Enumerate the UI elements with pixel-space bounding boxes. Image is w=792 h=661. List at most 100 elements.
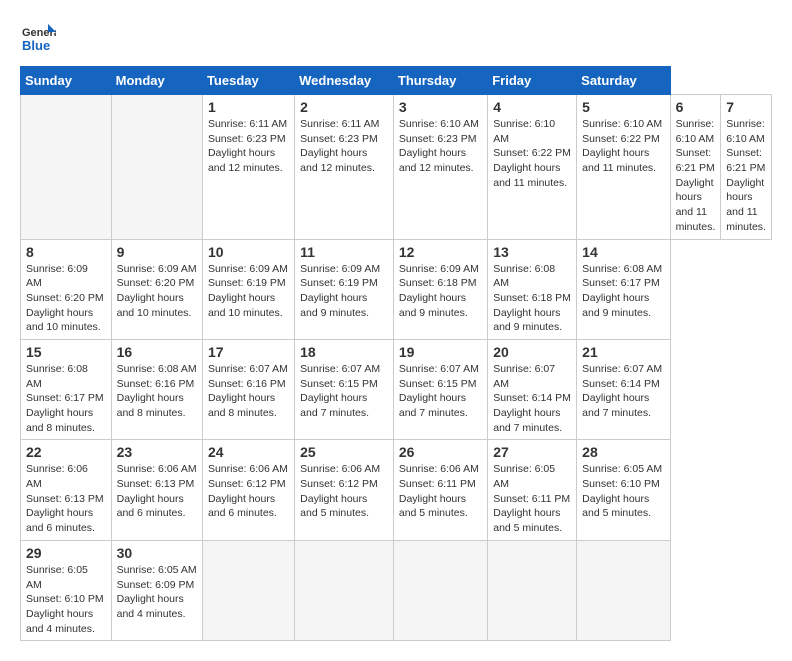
- calendar-cell: 13 Sunrise: 6:08 AM Sunset: 6:18 PM Dayl…: [488, 239, 577, 339]
- day-info: Sunrise: 6:07 AM Sunset: 6:15 PM Dayligh…: [300, 362, 388, 421]
- day-info: Sunrise: 6:10 AM Sunset: 6:22 PM Dayligh…: [582, 117, 664, 176]
- day-info: Sunrise: 6:11 AM Sunset: 6:23 PM Dayligh…: [208, 117, 289, 176]
- day-number: 21: [582, 344, 664, 360]
- day-number: 11: [300, 244, 388, 260]
- day-info: Sunrise: 6:06 AM Sunset: 6:12 PM Dayligh…: [300, 462, 388, 521]
- calendar-cell: 3 Sunrise: 6:10 AM Sunset: 6:23 PM Dayli…: [393, 95, 487, 240]
- day-number: 8: [26, 244, 106, 260]
- day-info: Sunrise: 6:05 AM Sunset: 6:10 PM Dayligh…: [582, 462, 664, 521]
- day-number: 9: [117, 244, 197, 260]
- calendar-cell: 26 Sunrise: 6:06 AM Sunset: 6:11 PM Dayl…: [393, 440, 487, 540]
- calendar-cell: 2 Sunrise: 6:11 AM Sunset: 6:23 PM Dayli…: [295, 95, 394, 240]
- calendar-cell: [488, 540, 577, 640]
- calendar-cell: 12 Sunrise: 6:09 AM Sunset: 6:18 PM Dayl…: [393, 239, 487, 339]
- calendar-table: SundayMondayTuesdayWednesdayThursdayFrid…: [20, 66, 772, 641]
- day-info: Sunrise: 6:07 AM Sunset: 6:15 PM Dayligh…: [399, 362, 482, 421]
- day-number: 23: [117, 444, 197, 460]
- day-number: 4: [493, 99, 571, 115]
- day-info: Sunrise: 6:07 AM Sunset: 6:16 PM Dayligh…: [208, 362, 289, 421]
- calendar-cell: 11 Sunrise: 6:09 AM Sunset: 6:19 PM Dayl…: [295, 239, 394, 339]
- logo: General Blue: [20, 20, 56, 56]
- day-number: 24: [208, 444, 289, 460]
- calendar-cell: 19 Sunrise: 6:07 AM Sunset: 6:15 PM Dayl…: [393, 339, 487, 439]
- day-info: Sunrise: 6:05 AM Sunset: 6:09 PM Dayligh…: [117, 563, 197, 622]
- weekday-header-monday: Monday: [111, 67, 202, 95]
- day-number: 3: [399, 99, 482, 115]
- day-number: 18: [300, 344, 388, 360]
- day-info: Sunrise: 6:09 AM Sunset: 6:20 PM Dayligh…: [26, 262, 106, 335]
- day-number: 1: [208, 99, 289, 115]
- calendar-cell: 15 Sunrise: 6:08 AM Sunset: 6:17 PM Dayl…: [21, 339, 112, 439]
- weekday-header-tuesday: Tuesday: [202, 67, 294, 95]
- day-info: Sunrise: 6:05 AM Sunset: 6:10 PM Dayligh…: [26, 563, 106, 636]
- day-number: 7: [726, 99, 766, 115]
- day-number: 13: [493, 244, 571, 260]
- calendar-cell: 14 Sunrise: 6:08 AM Sunset: 6:17 PM Dayl…: [577, 239, 670, 339]
- day-info: Sunrise: 6:08 AM Sunset: 6:16 PM Dayligh…: [117, 362, 197, 421]
- calendar-cell: 4 Sunrise: 6:10 AM Sunset: 6:22 PM Dayli…: [488, 95, 577, 240]
- day-info: Sunrise: 6:08 AM Sunset: 6:18 PM Dayligh…: [493, 262, 571, 335]
- day-info: Sunrise: 6:10 AM Sunset: 6:23 PM Dayligh…: [399, 117, 482, 176]
- svg-text:Blue: Blue: [22, 38, 50, 53]
- calendar-cell: 10 Sunrise: 6:09 AM Sunset: 6:19 PM Dayl…: [202, 239, 294, 339]
- weekday-header-sunday: Sunday: [21, 67, 112, 95]
- day-info: Sunrise: 6:10 AM Sunset: 6:21 PM Dayligh…: [726, 117, 766, 235]
- calendar-cell: [111, 95, 202, 240]
- calendar-cell: 7 Sunrise: 6:10 AM Sunset: 6:21 PM Dayli…: [721, 95, 772, 240]
- calendar-cell: 25 Sunrise: 6:06 AM Sunset: 6:12 PM Dayl…: [295, 440, 394, 540]
- day-info: Sunrise: 6:07 AM Sunset: 6:14 PM Dayligh…: [582, 362, 664, 421]
- day-number: 26: [399, 444, 482, 460]
- calendar-cell: 28 Sunrise: 6:05 AM Sunset: 6:10 PM Dayl…: [577, 440, 670, 540]
- weekday-header-wednesday: Wednesday: [295, 67, 394, 95]
- day-info: Sunrise: 6:11 AM Sunset: 6:23 PM Dayligh…: [300, 117, 388, 176]
- calendar-cell: 9 Sunrise: 6:09 AM Sunset: 6:20 PM Dayli…: [111, 239, 202, 339]
- day-info: Sunrise: 6:09 AM Sunset: 6:18 PM Dayligh…: [399, 262, 482, 321]
- calendar-cell: 30 Sunrise: 6:05 AM Sunset: 6:09 PM Dayl…: [111, 540, 202, 640]
- day-number: 14: [582, 244, 664, 260]
- day-number: 22: [26, 444, 106, 460]
- day-number: 2: [300, 99, 388, 115]
- day-info: Sunrise: 6:06 AM Sunset: 6:12 PM Dayligh…: [208, 462, 289, 521]
- day-number: 20: [493, 344, 571, 360]
- calendar-cell: 8 Sunrise: 6:09 AM Sunset: 6:20 PM Dayli…: [21, 239, 112, 339]
- weekday-header-saturday: Saturday: [577, 67, 670, 95]
- calendar-cell: 18 Sunrise: 6:07 AM Sunset: 6:15 PM Dayl…: [295, 339, 394, 439]
- day-number: 30: [117, 545, 197, 561]
- calendar-cell: 29 Sunrise: 6:05 AM Sunset: 6:10 PM Dayl…: [21, 540, 112, 640]
- calendar-cell: 23 Sunrise: 6:06 AM Sunset: 6:13 PM Dayl…: [111, 440, 202, 540]
- day-number: 6: [676, 99, 716, 115]
- day-info: Sunrise: 6:08 AM Sunset: 6:17 PM Dayligh…: [582, 262, 664, 321]
- calendar-cell: 17 Sunrise: 6:07 AM Sunset: 6:16 PM Dayl…: [202, 339, 294, 439]
- day-info: Sunrise: 6:08 AM Sunset: 6:17 PM Dayligh…: [26, 362, 106, 435]
- calendar-cell: [295, 540, 394, 640]
- calendar-cell: 1 Sunrise: 6:11 AM Sunset: 6:23 PM Dayli…: [202, 95, 294, 240]
- day-number: 12: [399, 244, 482, 260]
- day-number: 25: [300, 444, 388, 460]
- weekday-header-friday: Friday: [488, 67, 577, 95]
- day-info: Sunrise: 6:06 AM Sunset: 6:11 PM Dayligh…: [399, 462, 482, 521]
- weekday-header-thursday: Thursday: [393, 67, 487, 95]
- calendar-cell: [202, 540, 294, 640]
- day-number: 29: [26, 545, 106, 561]
- day-number: 19: [399, 344, 482, 360]
- calendar-cell: 6 Sunrise: 6:10 AM Sunset: 6:21 PM Dayli…: [670, 95, 721, 240]
- day-number: 17: [208, 344, 289, 360]
- calendar-cell: [21, 95, 112, 240]
- day-number: 15: [26, 344, 106, 360]
- day-info: Sunrise: 6:06 AM Sunset: 6:13 PM Dayligh…: [117, 462, 197, 521]
- day-info: Sunrise: 6:07 AM Sunset: 6:14 PM Dayligh…: [493, 362, 571, 435]
- day-number: 10: [208, 244, 289, 260]
- calendar-cell: 5 Sunrise: 6:10 AM Sunset: 6:22 PM Dayli…: [577, 95, 670, 240]
- calendar-cell: 20 Sunrise: 6:07 AM Sunset: 6:14 PM Dayl…: [488, 339, 577, 439]
- day-info: Sunrise: 6:10 AM Sunset: 6:21 PM Dayligh…: [676, 117, 716, 235]
- day-info: Sunrise: 6:09 AM Sunset: 6:19 PM Dayligh…: [300, 262, 388, 321]
- calendar-cell: 24 Sunrise: 6:06 AM Sunset: 6:12 PM Dayl…: [202, 440, 294, 540]
- day-number: 27: [493, 444, 571, 460]
- day-number: 16: [117, 344, 197, 360]
- calendar-cell: 22 Sunrise: 6:06 AM Sunset: 6:13 PM Dayl…: [21, 440, 112, 540]
- calendar-cell: 27 Sunrise: 6:05 AM Sunset: 6:11 PM Dayl…: [488, 440, 577, 540]
- day-info: Sunrise: 6:09 AM Sunset: 6:20 PM Dayligh…: [117, 262, 197, 321]
- calendar-cell: 16 Sunrise: 6:08 AM Sunset: 6:16 PM Dayl…: [111, 339, 202, 439]
- calendar-cell: [393, 540, 487, 640]
- day-info: Sunrise: 6:09 AM Sunset: 6:19 PM Dayligh…: [208, 262, 289, 321]
